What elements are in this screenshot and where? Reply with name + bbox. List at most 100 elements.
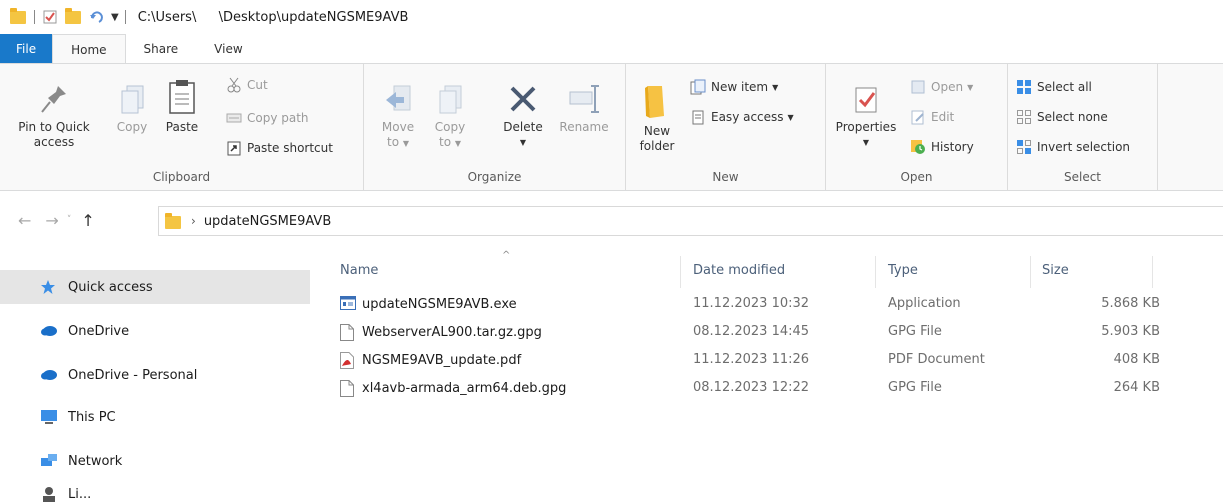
user-icon <box>40 486 58 502</box>
file-date: 08.12.2023 12:22 <box>693 380 810 395</box>
nav-item-this-pc[interactable]: This PC <box>40 400 116 434</box>
dropdown-arrow-icon[interactable]: ▼ <box>830 135 902 150</box>
pin-icon <box>41 86 66 113</box>
column-divider[interactable] <box>1152 256 1153 288</box>
open-label: Open <box>931 80 964 94</box>
sort-ascending-icon: ^ <box>502 250 511 261</box>
nav-label: Quick access <box>68 279 153 295</box>
new-item-button[interactable]: New item ▼ <box>690 76 778 98</box>
select-all-label: Select all <box>1037 80 1092 94</box>
invert-selection-button[interactable]: Invert selection <box>1016 136 1130 158</box>
table-row[interactable]: WebserverAL900.tar.gz.gpg 08.12.2023 14:… <box>330 322 1223 344</box>
nav-item-onedrive[interactable]: OneDrive <box>40 314 129 348</box>
new-folder-button[interactable]: New folder <box>632 82 682 154</box>
easy-access-button[interactable]: Easy access ▼ <box>690 106 794 128</box>
nav-item-quick-access[interactable]: Quick access <box>0 270 310 304</box>
tab-view[interactable]: View <box>196 34 260 64</box>
address-box[interactable]: › updateNGSME9AVB <box>158 206 1223 236</box>
rename-button[interactable]: Rename <box>554 82 614 135</box>
open-button[interactable]: Open ▼ <box>910 76 973 98</box>
recent-locations-icon[interactable]: ˅ <box>67 215 72 225</box>
column-header-name[interactable]: Name <box>340 254 378 286</box>
pin-label-line2: access <box>33 135 75 149</box>
new-folder-label-line1: New <box>643 124 671 138</box>
paste-shortcut-icon <box>226 140 242 156</box>
delete-x-icon <box>510 86 536 112</box>
file-type: Application <box>888 296 961 311</box>
forward-arrow-icon[interactable]: → <box>45 211 58 230</box>
paste-icon <box>169 80 195 114</box>
tab-share[interactable]: Share <box>126 34 197 64</box>
file-name-cell: xl4avb-armada_arm64.deb.gpg <box>340 380 566 397</box>
invert-selection-label: Invert selection <box>1037 140 1131 154</box>
column-header-type[interactable]: Type <box>888 254 918 286</box>
select-all-button[interactable]: Select all <box>1016 76 1092 98</box>
new-item-icon <box>690 79 706 95</box>
dropdown-arrow-icon: ▼ <box>402 139 410 148</box>
copy-to-button[interactable]: Copy to ▼ <box>430 82 470 151</box>
nav-item-network[interactable]: Network <box>40 444 122 478</box>
blank-file-icon <box>340 324 354 341</box>
open-icon <box>910 79 926 95</box>
breadcrumb-separator-icon[interactable]: › <box>191 214 196 228</box>
title-bar: ▼ C:\Users\ \Desktop\updateNGSME9AVB <box>0 0 1223 34</box>
table-row[interactable]: NGSME9AVB_update.pdf 11.12.2023 11:26 PD… <box>330 350 1223 372</box>
up-arrow-icon[interactable]: ↑ <box>81 211 94 230</box>
cut-button[interactable]: Cut <box>226 74 268 96</box>
history-button[interactable]: History <box>910 136 974 158</box>
delete-label: Delete <box>503 120 543 134</box>
column-header-size[interactable]: Size <box>1042 254 1069 286</box>
move-to-label-line1: Move <box>381 120 415 134</box>
history-label: History <box>931 140 974 154</box>
dropdown-arrow-icon[interactable]: ▼ <box>496 135 550 150</box>
breadcrumb-current[interactable]: updateNGSME9AVB <box>204 214 331 229</box>
select-none-button[interactable]: Select none <box>1016 106 1108 128</box>
address-bar-row: ← → ˅ ↑ › updateNGSME9AVB <box>0 198 1223 242</box>
table-row[interactable]: xl4avb-armada_arm64.deb.gpg 08.12.2023 1… <box>330 378 1223 400</box>
tab-home[interactable]: Home <box>52 34 126 64</box>
file-type: PDF Document <box>888 352 985 367</box>
paste-button[interactable]: Paste <box>160 78 204 135</box>
properties-button[interactable]: Properties ▼ <box>830 82 902 150</box>
undo-icon[interactable] <box>89 10 103 24</box>
delete-button[interactable]: Delete ▼ <box>496 82 550 150</box>
file-name-cell: NGSME9AVB_update.pdf <box>340 352 521 369</box>
new-folder-icon <box>645 86 664 118</box>
copy-path-button[interactable]: Copy path <box>226 107 309 129</box>
column-header-date[interactable]: Date modified <box>693 254 785 286</box>
nav-item-onedrive-personal[interactable]: OneDrive - Personal <box>40 358 197 392</box>
navigation-pane: Quick access OneDrive OneDrive - Persona… <box>0 246 320 504</box>
customize-quick-access-icon[interactable]: ▼ <box>111 12 119 23</box>
nav-label: Network <box>68 453 123 469</box>
column-divider[interactable] <box>680 256 681 288</box>
nav-label: OneDrive - Personal <box>68 367 198 383</box>
pin-to-quick-access-button[interactable]: Pin to Quick access <box>14 82 94 150</box>
file-size: 264 KB <box>1113 380 1160 395</box>
back-arrow-icon[interactable]: ← <box>18 211 31 230</box>
properties-quick-icon[interactable] <box>43 10 57 24</box>
properties-check-icon <box>855 87 877 113</box>
open-group: Properties ▼ Open ▼ Edit History Open <box>826 64 1008 190</box>
edit-icon <box>910 109 926 125</box>
move-to-button[interactable]: Move to ▼ <box>378 82 418 151</box>
table-row[interactable]: updateNGSME9AVB.exe 11.12.2023 10:32 App… <box>330 294 1223 316</box>
new-folder-label-line2: folder <box>639 139 675 153</box>
copy-button[interactable]: Copy <box>112 82 152 135</box>
paste-shortcut-button[interactable]: Paste shortcut <box>226 137 333 159</box>
star-icon <box>40 279 58 295</box>
new-folder-quick-icon[interactable] <box>65 7 81 24</box>
tab-file[interactable]: File <box>0 34 53 64</box>
column-divider[interactable] <box>1030 256 1031 288</box>
column-divider[interactable] <box>875 256 876 288</box>
file-type: GPG File <box>888 380 942 395</box>
paste-label: Paste <box>165 120 199 134</box>
edit-button[interactable]: Edit <box>910 106 954 128</box>
dropdown-arrow-icon: ▼ <box>967 82 974 92</box>
pdf-icon <box>340 352 354 369</box>
file-name: xl4avb-armada_arm64.deb.gpg <box>362 381 567 396</box>
folder-icon <box>10 7 26 24</box>
copy-path-label: Copy path <box>247 111 309 125</box>
divider <box>34 10 35 24</box>
nav-item-partial[interactable]: Li... <box>40 484 91 504</box>
copy-to-label-text: to <box>438 135 452 149</box>
